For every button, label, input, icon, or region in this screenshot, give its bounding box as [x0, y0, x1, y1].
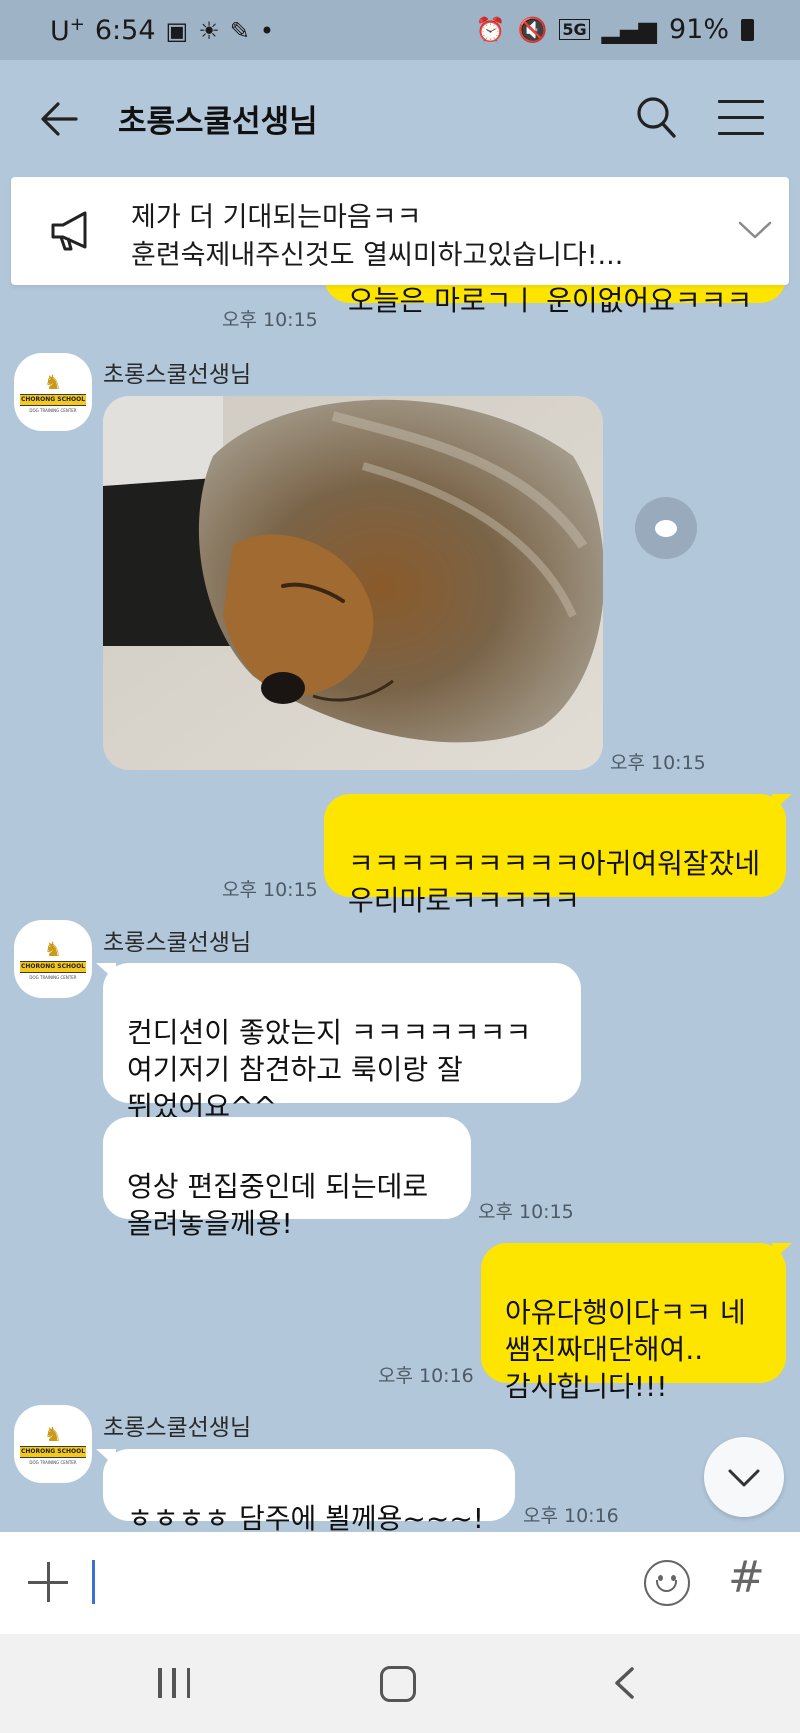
carrier-label: U+: [50, 14, 85, 47]
share-button[interactable]: [635, 497, 697, 559]
message-text: ㅋㅋㅋㅋㅋㅋㅋㅋㅋ아귀여워잘잤네 우리마로ㅋㅋㅋㅋㅋ: [348, 847, 761, 917]
notice-text-line2: 훈련숙제내주신것도 열씨미하고있습니다!...: [131, 240, 624, 271]
hamburger-menu-icon: [718, 100, 764, 103]
text-caret: [92, 1560, 95, 1604]
message-time: 오후 10:15: [222, 309, 318, 331]
message-time: 오후 10:16: [523, 1505, 619, 1527]
notice-banner[interactable]: 제가 더 기대되는마음ㅋㅋ 훈련숙제내주신것도 열씨미하고있습니다!...: [11, 177, 789, 285]
avatar-label: CHORONG SCHOOL: [20, 960, 86, 973]
notice-text-line1: 제가 더 기대되는마음ㅋㅋ: [131, 202, 422, 233]
dog-logo-icon: ♞: [44, 936, 62, 961]
hashtag-button[interactable]: #: [728, 1556, 765, 1600]
sender-name: 초롱스쿨선생님: [103, 930, 252, 956]
their-message-bubble[interactable]: 컨디션이 좋았는지 ㅋㅋㅋㅋㅋㅋㅋ 여기저기 참견하고 룩이랑 잘 뛰었어요^^: [96, 963, 581, 1123]
status-left: U+ 6:54 ▣ ☀ ✎ •: [50, 14, 274, 47]
their-message-bubble[interactable]: ㅎㅎㅎㅎ 담주에 뵐께용~~~!: [96, 1449, 515, 1532]
message-list[interactable]: 오늘은 마로ㄱㅣ 운이없어요ㅋㅋㅋ 오후 10:15 ♞ CHORONG SCH…: [0, 175, 800, 1532]
menu-button[interactable]: [718, 100, 764, 136]
chat-header: 초롱스쿨선생님: [0, 60, 800, 175]
alarm-icon: ⏰: [475, 15, 506, 44]
scroll-to-bottom-button[interactable]: [704, 1437, 784, 1517]
dog-logo-icon: ♞: [44, 369, 62, 394]
avatar-sublabel: DOG TRAINING CENTER: [29, 1459, 77, 1465]
chevron-down-icon: [728, 1469, 760, 1487]
chevron-down-icon[interactable]: [737, 215, 773, 243]
message-text: ㅎㅎㅎㅎ 담주에 뵐께용~~~!: [127, 1502, 485, 1532]
message-text: 오늘은 마로ㄱㅣ 운이없어요ㅋㅋㅋ: [348, 284, 753, 317]
avatar[interactable]: ♞ CHORONG SCHOOL DOG TRAINING CENTER: [14, 1405, 92, 1483]
attach-button[interactable]: [28, 1562, 68, 1602]
status-bar: U+ 6:54 ▣ ☀ ✎ • ⏰ 🔇 5G ▂▄▆ 91%: [0, 0, 800, 60]
my-message-bubble[interactable]: 아유다행이다ㅋㅋ 네 쌤진짜대단해여.. 감사합니다!!!: [481, 1243, 792, 1403]
system-nav-bar: [0, 1634, 800, 1733]
message-text: 아유다행이다ㅋㅋ 네 쌤진짜대단해여.. 감사합니다!!!: [505, 1296, 746, 1403]
sleeping-dog-photo: [103, 396, 603, 770]
arrow-left-icon: [41, 102, 78, 136]
status-right: ⏰ 🔇 5G ▂▄▆ 91%: [476, 14, 754, 45]
clock: 6:54: [94, 15, 156, 46]
chat-title: 초롱스쿨선생님: [118, 104, 318, 140]
search-button[interactable]: [634, 94, 678, 142]
pen-icon: ✎: [229, 16, 250, 45]
my-message-bubble[interactable]: ㅋㅋㅋㅋㅋㅋㅋㅋㅋ아귀여워잘잤네 우리마로ㅋㅋㅋㅋㅋ: [324, 794, 792, 917]
avatar[interactable]: ♞ CHORONG SCHOOL DOG TRAINING CENTER: [14, 353, 92, 431]
battery-icon: [741, 18, 754, 41]
emoji-button[interactable]: [644, 1560, 690, 1606]
mute-icon: 🔇: [517, 15, 548, 44]
message-time: 오후 10:16: [378, 1365, 474, 1387]
network-badge: 5G: [559, 19, 590, 40]
nav-back-button[interactable]: [612, 1666, 636, 1700]
message-time: 오후 10:15: [478, 1201, 574, 1223]
home-button[interactable]: [380, 1666, 416, 1702]
dog-logo-icon: ♞: [44, 1421, 62, 1446]
search-icon: [637, 97, 676, 138]
message-time: 오후 10:15: [222, 879, 318, 901]
message-time: 오후 10:15: [610, 752, 706, 774]
avatar-label: CHORONG SCHOOL: [20, 1445, 86, 1458]
avatar-label: CHORONG SCHOOL: [20, 393, 86, 406]
dot-icon: •: [259, 16, 274, 45]
photo-message[interactable]: [103, 396, 603, 770]
gallery-icon: ▣: [165, 16, 189, 45]
back-button[interactable]: [36, 96, 82, 142]
battery-level: 91%: [668, 14, 729, 45]
avatar-sublabel: DOG TRAINING CENTER: [29, 407, 77, 413]
avatar[interactable]: ♞ CHORONG SCHOOL DOG TRAINING CENTER: [14, 920, 92, 998]
sender-name: 초롱스쿨선생님: [103, 1415, 252, 1441]
avatar-sublabel: DOG TRAINING CENTER: [29, 974, 77, 980]
recent-apps-button[interactable]: [158, 1668, 190, 1698]
message-input[interactable]: [88, 1558, 628, 1606]
sender-name: 초롱스쿨선생님: [103, 362, 252, 388]
signal-icon: ▂▄▆: [601, 15, 657, 44]
megaphone-icon: [51, 211, 87, 251]
message-text: 영상 편집중인데 되는데로 올려놓을께용!: [127, 1170, 429, 1240]
sun-icon: ☀: [198, 16, 220, 45]
message-input-bar: #: [0, 1532, 800, 1634]
message-text: 컨디션이 좋았는지 ㅋㅋㅋㅋㅋㅋㅋ 여기저기 참견하고 룩이랑 잘 뛰었어요^^: [127, 1016, 532, 1123]
their-message-bubble[interactable]: 영상 편집중인데 되는데로 올려놓을께용!: [103, 1117, 471, 1240]
